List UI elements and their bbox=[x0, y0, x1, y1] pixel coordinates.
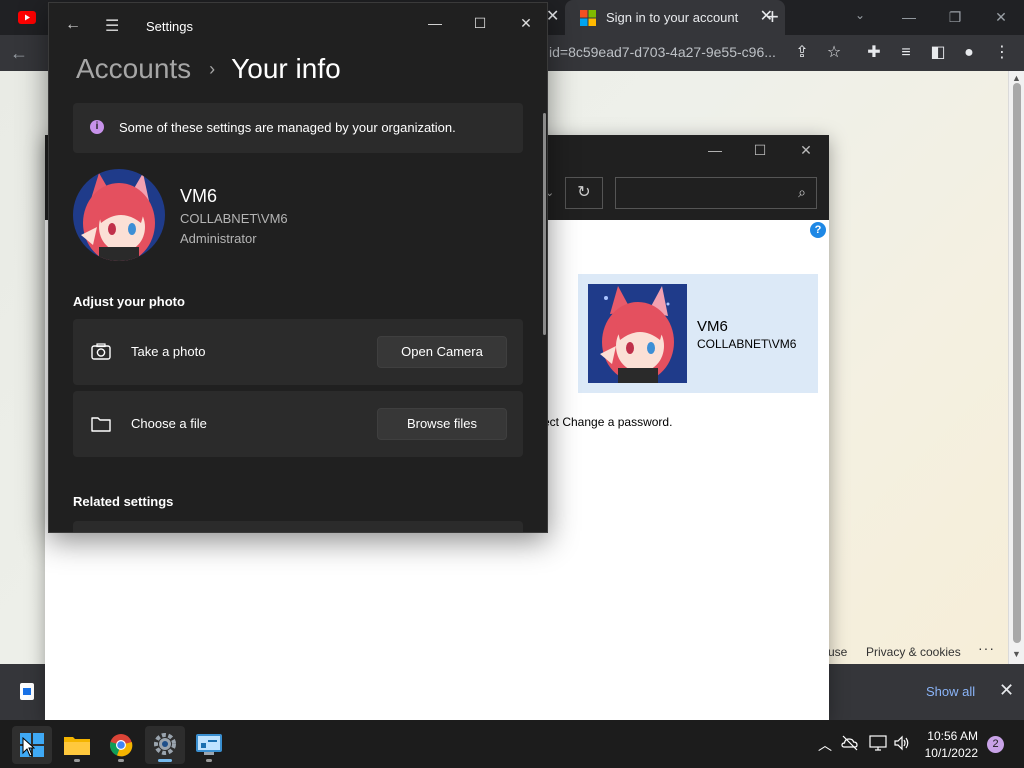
page-scrollbar[interactable]: ▲ ▼ bbox=[1008, 71, 1024, 664]
share-icon[interactable]: ⇪ bbox=[791, 42, 813, 64]
tab-search-icon[interactable]: ⌄ bbox=[855, 8, 865, 22]
bookmark-star-icon[interactable]: ☆ bbox=[823, 42, 845, 64]
more-options-icon[interactable]: ··· bbox=[978, 640, 995, 656]
chrome-button[interactable] bbox=[101, 726, 141, 764]
chrome-icon bbox=[110, 734, 133, 757]
clock-time[interactable]: 10:56 AM bbox=[924, 729, 978, 743]
avatar bbox=[73, 169, 165, 261]
camera-icon bbox=[90, 341, 112, 363]
window-title: Settings bbox=[146, 19, 193, 34]
minimize-icon[interactable]: — bbox=[894, 5, 924, 29]
minimize-icon[interactable]: — bbox=[700, 138, 730, 162]
control-panel-icon bbox=[196, 734, 222, 755]
adjust-photo-heading: Adjust your photo bbox=[73, 294, 185, 309]
menu-dots-icon[interactable]: ⋮ bbox=[991, 42, 1013, 64]
scroll-thumb[interactable] bbox=[1013, 83, 1021, 643]
settings-window: ← ☰ Settings — ☐ ✕ Accounts › Your info … bbox=[48, 2, 548, 533]
minimize-icon[interactable]: — bbox=[421, 11, 449, 35]
search-icon: ⌕ bbox=[798, 184, 806, 200]
chevron-down-icon[interactable]: ⌄ bbox=[545, 177, 565, 209]
running-indicator bbox=[74, 759, 80, 762]
user-domain: COLLABNET\VM6 bbox=[180, 211, 288, 226]
open-camera-button[interactable]: Open Camera bbox=[377, 336, 507, 368]
close-icon[interactable]: ✕ bbox=[999, 680, 1014, 701]
close-icon[interactable]: ✕ bbox=[791, 138, 821, 162]
mouse-cursor-icon bbox=[22, 737, 35, 757]
profile-icon[interactable]: ● bbox=[958, 42, 980, 64]
privacy-link[interactable]: Privacy & cookies bbox=[866, 645, 961, 659]
file-explorer-button[interactable] bbox=[57, 726, 97, 764]
user-domain: COLLABNET\VM6 bbox=[697, 337, 797, 351]
active-indicator bbox=[158, 759, 172, 762]
side-panel-icon[interactable]: ◧ bbox=[927, 42, 949, 64]
breadcrumb-accounts[interactable]: Accounts bbox=[76, 53, 191, 85]
page-title: Your info bbox=[231, 53, 341, 84]
search-input[interactable]: ⌕ bbox=[615, 177, 817, 209]
notice-text: Some of these settings are managed by yo… bbox=[119, 120, 456, 135]
download-file-icon[interactable] bbox=[20, 683, 34, 700]
related-settings-card[interactable] bbox=[73, 521, 523, 532]
user-name: VM6 bbox=[697, 318, 728, 335]
scroll-up-icon[interactable]: ▲ bbox=[1012, 73, 1021, 83]
maximize-icon[interactable]: ☐ bbox=[466, 11, 494, 35]
media-control-icon[interactable]: ≡ bbox=[895, 42, 917, 64]
take-photo-card: Take a photo Open Camera bbox=[73, 319, 523, 385]
scroll-down-icon[interactable]: ▼ bbox=[1012, 649, 1021, 659]
related-settings-heading: Related settings bbox=[73, 494, 174, 509]
user-name: VM6 bbox=[180, 186, 218, 206]
volume-icon[interactable] bbox=[893, 734, 911, 752]
tab-title: Sign in to your account bbox=[606, 10, 739, 25]
back-arrow-icon[interactable]: ← bbox=[65, 16, 81, 34]
show-all-button[interactable]: Show all bbox=[926, 684, 975, 699]
user-role: Administrator bbox=[180, 231, 257, 246]
folder-icon bbox=[64, 737, 90, 755]
close-tab-icon[interactable]: ✕ bbox=[546, 8, 559, 26]
settings-button[interactable] bbox=[145, 726, 185, 764]
title-bar: ← ☰ Settings — ☐ ✕ bbox=[49, 3, 547, 49]
gear-icon bbox=[154, 733, 176, 755]
close-icon[interactable]: ✕ bbox=[986, 5, 1016, 29]
hamburger-menu-icon[interactable]: ☰ bbox=[105, 16, 119, 36]
managed-notice: i Some of these settings are managed by … bbox=[73, 103, 523, 153]
maximize-icon[interactable]: ☐ bbox=[745, 138, 775, 162]
youtube-icon bbox=[18, 11, 36, 24]
back-arrow-icon[interactable]: ← bbox=[10, 43, 28, 64]
choose-file-card: Choose a file Browse files bbox=[73, 391, 523, 457]
refresh-button[interactable]: ↻ bbox=[565, 177, 603, 209]
address-bar[interactable]: id=8c59ead7-d703-4a27-9e55-c96... bbox=[549, 44, 776, 60]
user-photo bbox=[588, 284, 687, 383]
microsoft-icon bbox=[580, 9, 596, 26]
browse-files-button[interactable]: Browse files bbox=[377, 408, 507, 440]
network-icon[interactable] bbox=[869, 734, 887, 752]
onedrive-offline-icon[interactable] bbox=[841, 734, 859, 752]
running-indicator bbox=[118, 759, 124, 762]
take-photo-label: Take a photo bbox=[131, 344, 206, 359]
help-icon[interactable]: ? bbox=[810, 222, 826, 238]
settings-scrollbar[interactable] bbox=[543, 113, 546, 335]
close-icon[interactable]: ✕ bbox=[512, 11, 540, 35]
chevron-right-icon: › bbox=[209, 58, 216, 79]
show-hidden-icons-icon[interactable]: ︿ bbox=[818, 735, 832, 755]
breadcrumb: Accounts › Your info bbox=[76, 49, 341, 89]
info-icon: i bbox=[90, 120, 104, 134]
new-tab-button[interactable]: + bbox=[766, 5, 779, 29]
tab-sign-in[interactable]: Sign in to your account ✕ bbox=[565, 0, 785, 35]
clock-date[interactable]: 10/1/2022 bbox=[922, 746, 978, 760]
terms-link[interactable]: use bbox=[828, 645, 847, 659]
extensions-icon[interactable]: ✚ bbox=[863, 42, 885, 64]
notification-badge[interactable]: 2 bbox=[987, 736, 1004, 753]
restore-icon[interactable]: ❐ bbox=[940, 5, 970, 29]
user-card: VM6 COLLABNET\VM6 bbox=[578, 274, 818, 393]
choose-file-label: Choose a file bbox=[131, 416, 207, 431]
folder-icon bbox=[90, 413, 112, 435]
control-panel-button[interactable] bbox=[189, 726, 229, 764]
instruction-text: ect Change a password. bbox=[543, 415, 673, 429]
running-indicator bbox=[206, 759, 212, 762]
